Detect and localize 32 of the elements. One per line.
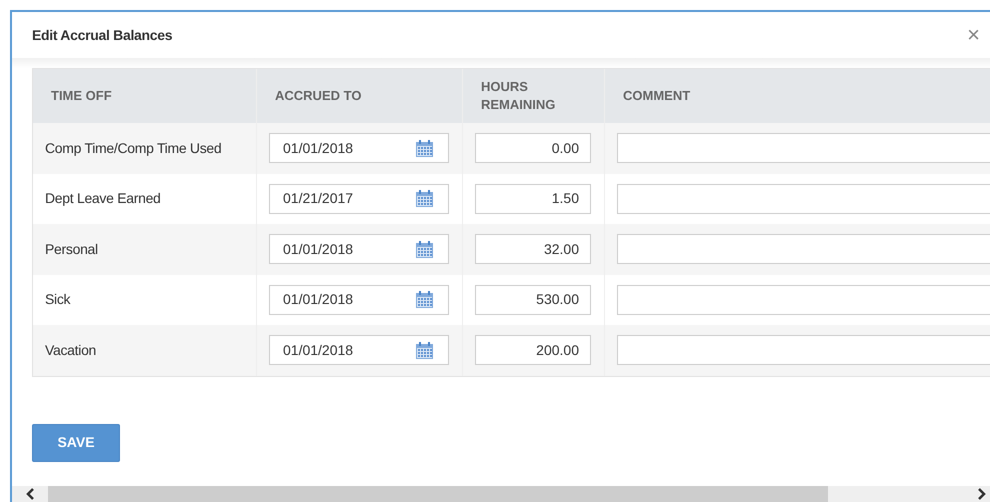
hours-field[interactable]: 200.00 xyxy=(475,335,591,366)
comment-field[interactable] xyxy=(617,184,990,214)
comment-field[interactable] xyxy=(617,133,990,164)
scrollbar-thumb[interactable] xyxy=(48,486,828,502)
calendar-icon[interactable] xyxy=(415,290,434,310)
close-button[interactable]: × xyxy=(967,24,980,46)
date-field[interactable]: 01/01/2018 xyxy=(269,234,449,264)
hours-field[interactable]: 1.50 xyxy=(475,184,591,214)
comment-field[interactable] xyxy=(617,284,990,315)
calendar-icon[interactable] xyxy=(415,138,434,158)
dialog-title: Edit Accrual Balances xyxy=(32,26,172,44)
time-off-label: Vacation xyxy=(45,340,96,360)
time-off-label: Sick xyxy=(45,290,70,310)
date-field[interactable]: 01/01/2018 xyxy=(269,335,449,366)
date-field[interactable]: 01/01/2018 xyxy=(269,133,449,164)
comment-field[interactable] xyxy=(617,234,990,264)
time-off-label: Comp Time/Comp Time Used xyxy=(45,138,222,158)
calendar-icon[interactable] xyxy=(415,340,434,360)
column-header: TIME OFF xyxy=(51,87,112,105)
column-header: ACCRUED TO xyxy=(275,87,362,105)
column-header: COMMENT xyxy=(623,87,690,105)
column-header: HOURS REMAINING xyxy=(481,78,556,114)
calendar-icon[interactable] xyxy=(415,189,434,208)
calendar-icon[interactable] xyxy=(415,240,434,259)
time-off-label: Dept Leave Earned xyxy=(45,189,161,208)
hours-field[interactable]: 0.00 xyxy=(475,133,591,164)
hours-field[interactable]: 32.00 xyxy=(475,234,591,264)
date-field[interactable]: 01/01/2018 xyxy=(269,284,449,315)
date-field[interactable]: 01/21/2017 xyxy=(269,184,449,214)
comment-field[interactable] xyxy=(617,335,990,366)
time-off-label: Personal xyxy=(45,240,98,259)
hours-field[interactable]: 530.00 xyxy=(475,284,591,315)
